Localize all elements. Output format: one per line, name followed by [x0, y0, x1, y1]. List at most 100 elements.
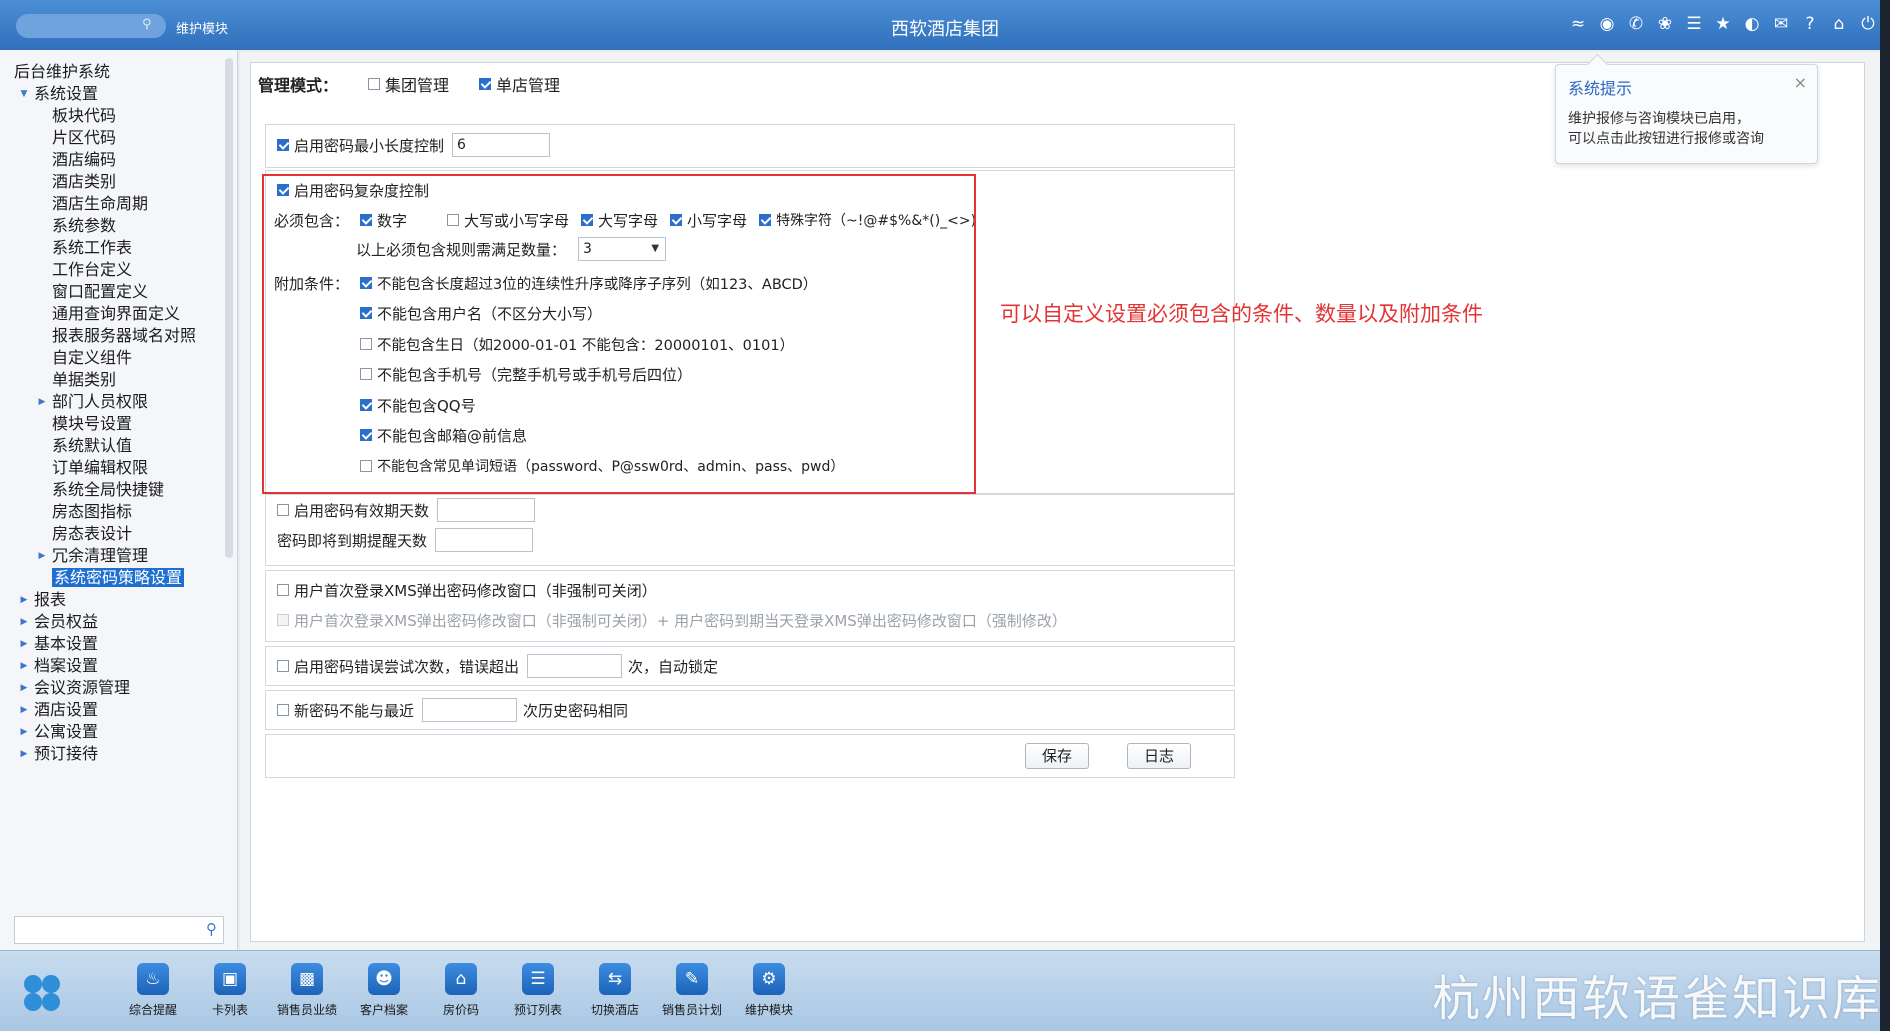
complexity-row: 启用密码复杂度控制 [277, 178, 459, 202]
phone-icon[interactable]: ✆ [1626, 13, 1646, 35]
taskbar-item-reservations[interactable]: ☰ 预订列表 [503, 963, 573, 1018]
lockout-count-input[interactable] [527, 654, 623, 678]
first-login-expire-checkbox: 用户首次登录XMS弹出密码修改窗口（非强制可关闭）+ 用户密码到期当天登录XMS… [277, 610, 1067, 631]
sidebar-item[interactable]: 单据类别 [52, 368, 116, 392]
sidebar-item[interactable]: 订单编辑权限 [52, 456, 148, 480]
taskbar-item-reminders[interactable]: ♨ 综合提醒 [118, 963, 188, 1018]
chat-icon[interactable]: ◉ [1597, 13, 1617, 35]
log-button[interactable]: 日志 [1127, 743, 1191, 769]
taskbar-item-customer-profiles[interactable]: ☻ 客户档案 [349, 963, 419, 1018]
sidebar-search-input[interactable]: ⚲ [14, 916, 224, 944]
sidebar-item-apartment-settings[interactable]: ▶ 公寓设置 [18, 720, 98, 744]
taskbar-item-cards[interactable]: ▣ 卡列表 [195, 963, 265, 1018]
wifi-icon[interactable]: ≈ [1568, 13, 1588, 35]
search-icon[interactable]: ⚲ [206, 920, 217, 938]
sidebar-item-meeting-resources[interactable]: ▶ 会议资源管理 [18, 676, 130, 700]
chevron-down-icon: ▼ [651, 243, 660, 254]
validity-checkbox[interactable]: 启用密码有效期天数 [277, 500, 429, 521]
sidebar-item[interactable]: 窗口配置定义 [52, 280, 148, 304]
sidebar-item[interactable]: 片区代码 [52, 126, 116, 150]
palette-icon[interactable]: ❀ [1655, 13, 1675, 35]
sidebar-item[interactable]: 板块代码 [52, 104, 116, 128]
extra-no-sequence-checkbox[interactable]: 不能包含长度超过3位的连续性升序或降序子序列（如123、ABCD） [360, 273, 817, 294]
sidebar-item-system-settings[interactable]: ▼ 系统设置 [18, 82, 98, 106]
mail-icon[interactable]: ✉ [1771, 13, 1791, 35]
sidebar-item[interactable]: 酒店生命周期 [52, 192, 148, 216]
start-menu-icon[interactable] [22, 973, 62, 1013]
sidebar-item-hotel-settings[interactable]: ▶ 酒店设置 [18, 698, 98, 722]
card-icon: ▣ [214, 963, 246, 995]
extra-no-birthday-checkbox[interactable]: 不能包含生日（如2000-01-01 不能包含：20000101、0101） [360, 334, 794, 355]
rule-count-select[interactable]: 3 ▼ [578, 237, 667, 261]
sidebar-item-reservation[interactable]: ▶ 预订接待 [18, 742, 98, 766]
sidebar-item[interactable]: 报表服务器域名对照 [52, 324, 196, 348]
option-uppercase-checkbox[interactable]: 大写字母 [581, 210, 658, 231]
validity-days-input[interactable] [437, 498, 536, 522]
extra-row: 不能包含手机号（完整手机号或手机号后四位） [360, 362, 722, 386]
remind-days-input[interactable] [435, 528, 534, 552]
sidebar-item[interactable]: 系统参数 [52, 214, 116, 238]
home-icon[interactable]: ⌂ [1829, 13, 1849, 35]
taskbar-item-rate-codes[interactable]: ⌂ 房价码 [426, 963, 496, 1018]
sidebar-item-password-policy[interactable]: 系统密码策略设置 [52, 566, 185, 590]
taskbar-item-sales-plan[interactable]: ✎ 销售员计划 [657, 963, 727, 1018]
sidebar-item-redundancy[interactable]: ▶ 冗余清理管理 [36, 544, 148, 568]
option-special-checkbox[interactable]: 特殊字符（~!@#$%&*()_<>) [759, 210, 976, 230]
taskbar-item-switch-hotel[interactable]: ⇆ 切换酒店 [580, 963, 650, 1018]
taskbar-item-maintenance[interactable]: ⚙ 维护模块 [734, 963, 804, 1018]
option-lowercase-checkbox[interactable]: 小写字母 [670, 210, 747, 231]
sidebar-item[interactable]: 通用查询界面定义 [52, 302, 180, 326]
first-login-checkbox[interactable]: 用户首次登录XMS弹出密码修改窗口（非强制可关闭） [277, 580, 657, 601]
extra-no-username-checkbox[interactable]: 不能包含用户名（不区分大小写） [360, 303, 602, 324]
sidebar-item[interactable]: 房态图指标 [52, 500, 132, 524]
extra-no-phone-checkbox[interactable]: 不能包含手机号（完整手机号或手机号后四位） [360, 364, 692, 385]
sidebar-item[interactable]: 酒店编码 [52, 148, 116, 172]
sidebar-item-dept-permissions[interactable]: ▶ 部门人员权限 [36, 390, 148, 414]
button-section [265, 734, 1235, 778]
min-length-input[interactable]: 6 [452, 133, 551, 157]
lockout-suffix: 次，自动锁定 [628, 657, 719, 676]
sidebar-item[interactable]: 酒店类别 [52, 170, 116, 194]
option-any-case-checkbox[interactable]: 大写或小写字母 [447, 210, 569, 231]
taskbar-item-sales-performance[interactable]: ▩ 销售员业绩 [272, 963, 342, 1018]
option-digits-checkbox[interactable]: 数字 [360, 210, 407, 231]
sidebar-scrollbar[interactable] [225, 58, 233, 558]
moon-icon[interactable]: ◐ [1742, 13, 1762, 35]
sidebar-item[interactable]: 房态表设计 [52, 522, 132, 546]
save-button[interactable]: 保存 [1025, 743, 1089, 769]
sidebar-item[interactable]: 自定义组件 [52, 346, 132, 370]
close-icon[interactable]: × [1794, 73, 1807, 92]
first-login-row: 用户首次登录XMS弹出密码修改窗口（非强制可关闭） [277, 578, 687, 602]
extra-row: 不能包含QQ号 [360, 393, 506, 417]
min-length-checkbox[interactable]: 启用密码最小长度控制 [277, 135, 444, 156]
sidebar-item[interactable]: 系统工作表 [52, 236, 132, 260]
sidebar-item-member-rights[interactable]: ▶ 会员权益 [18, 610, 98, 634]
sidebar-item[interactable]: 工作台定义 [52, 258, 132, 282]
tree-root[interactable]: 后台维护系统 [14, 60, 110, 84]
menu-icon[interactable]: ☰ [1684, 13, 1704, 35]
complexity-checkbox[interactable]: 启用密码复杂度控制 [277, 180, 429, 201]
sidebar-item-basic-settings[interactable]: ▶ 基本设置 [18, 632, 98, 656]
window-edge [1880, 0, 1890, 1031]
sidebar-item[interactable]: 系统默认值 [52, 434, 132, 458]
sidebar-item[interactable]: 系统全局快捷键 [52, 478, 164, 502]
group-mode-checkbox[interactable]: 集团管理 [368, 72, 449, 96]
single-store-checkbox[interactable]: 单店管理 [479, 72, 560, 96]
popup-title: 系统提示 [1568, 79, 1633, 98]
lockout-checkbox[interactable]: 启用密码错误尝试次数，错误超出 [277, 656, 519, 677]
sidebar-item[interactable]: 模块号设置 [52, 412, 132, 436]
sidebar-item-reports[interactable]: ▶ 报表 [18, 588, 66, 612]
sidebar-item-archive-settings[interactable]: ▶ 档案设置 [18, 654, 98, 678]
management-mode-row: 管理模式： 集团管理 单店管理 [258, 72, 590, 96]
extra-no-qq-checkbox[interactable]: 不能包含QQ号 [360, 395, 476, 416]
extra-no-common-words-checkbox[interactable]: 不能包含常见单词短语（password、P@ssw0rd、admin、pass、… [360, 456, 844, 476]
wrench-icon: ⚙ [753, 963, 785, 995]
extra-no-email-checkbox[interactable]: 不能包含邮箱@前信息 [360, 425, 527, 446]
star-icon[interactable]: ★ [1713, 13, 1733, 35]
profile-icon: ☻ [368, 963, 400, 995]
history-checkbox[interactable]: 新密码不能与最近 [277, 700, 414, 721]
history-count-input[interactable] [422, 698, 518, 722]
chart-icon: ▩ [291, 963, 323, 995]
help-icon[interactable]: ? [1800, 13, 1820, 35]
power-icon[interactable]: ⏻ [1858, 13, 1878, 35]
